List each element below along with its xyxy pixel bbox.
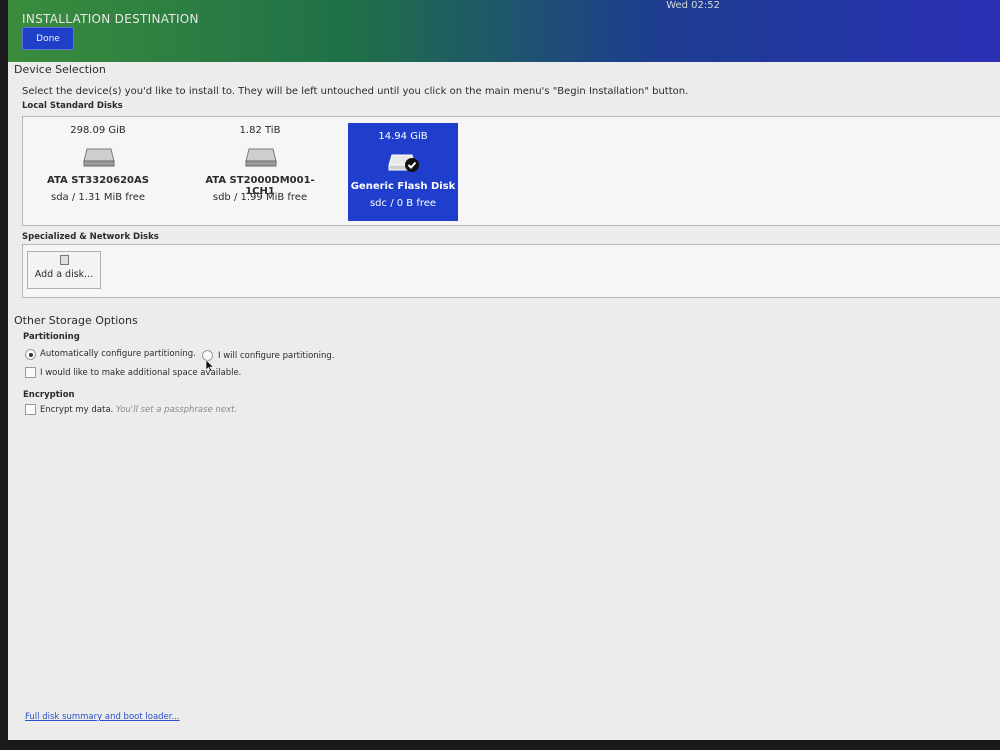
network-disks-title: Specialized & Network Disks <box>22 232 159 242</box>
device-selection-instructions: Select the device(s) you'd like to insta… <box>22 86 689 97</box>
full-disk-summary-link[interactable]: Full disk summary and boot loader... <box>25 712 180 722</box>
encrypt-checkbox[interactable] <box>25 404 36 415</box>
manual-partition-label[interactable]: I will configure partitioning. <box>218 351 335 361</box>
disk-size: 14.94 GiB <box>378 131 428 142</box>
encrypt-label-text: Encrypt my data. <box>40 405 114 415</box>
network-disks-panel: Add a disk... <box>22 244 1000 298</box>
disk-info: sdb / 1.99 MiB free <box>212 192 308 203</box>
encrypt-hint: You'll set a passphrase next. <box>115 405 238 415</box>
disk-sdb[interactable]: 1.82 TiB ATA ST2000DM001-1CH1 sdb / 1.99… <box>205 117 315 215</box>
encrypt-label[interactable]: Encrypt my data. You'll set a passphrase… <box>40 405 237 415</box>
disk-info: sda / 1.31 MiB free <box>50 192 146 203</box>
hard-disk-icon <box>245 148 277 167</box>
flash-disk-check-icon <box>388 154 419 172</box>
disk-size: 1.82 TiB <box>239 125 281 136</box>
header-bar: Wed 02:52 INSTALLATION DESTINATION Done <box>8 0 1000 62</box>
additional-space-label[interactable]: I would like to make additional space av… <box>40 368 241 378</box>
disk-add-icon <box>59 255 69 265</box>
disk-sdc-selected[interactable]: 14.94 GiB Generic Flash Disk sdc / 0 B f… <box>348 123 458 221</box>
done-button[interactable]: Done <box>22 27 74 50</box>
local-disks-title: Local Standard Disks <box>22 101 123 111</box>
add-disk-label: Add a disk... <box>34 269 94 280</box>
disk-name: Generic Flash Disk <box>350 181 456 192</box>
disk-size: 298.09 GiB <box>70 125 126 136</box>
installer-screen: Wed 02:52 INSTALLATION DESTINATION Done … <box>8 0 1000 740</box>
auto-partition-radio[interactable] <box>25 349 36 360</box>
add-disk-button[interactable]: Add a disk... <box>27 251 101 289</box>
other-storage-title: Other Storage Options <box>14 314 138 327</box>
clock: Wed 02:52 <box>666 0 720 11</box>
page-title: INSTALLATION DESTINATION <box>22 12 199 26</box>
hard-disk-icon <box>83 148 115 167</box>
encryption-title: Encryption <box>23 390 75 400</box>
local-disks-panel: 298.09 GiB ATA ST3320620AS sda / 1.31 Mi… <box>22 116 1000 226</box>
auto-partition-label[interactable]: Automatically configure partitioning. <box>40 349 196 359</box>
additional-space-checkbox[interactable] <box>25 367 36 378</box>
disk-name: ATA ST3320620AS <box>47 175 149 186</box>
disk-info: sdc / 0 B free <box>369 198 437 209</box>
partitioning-title: Partitioning <box>23 332 80 342</box>
disk-sda[interactable]: 298.09 GiB ATA ST3320620AS sda / 1.31 Mi… <box>43 117 153 215</box>
device-selection-title: Device Selection <box>14 63 106 76</box>
